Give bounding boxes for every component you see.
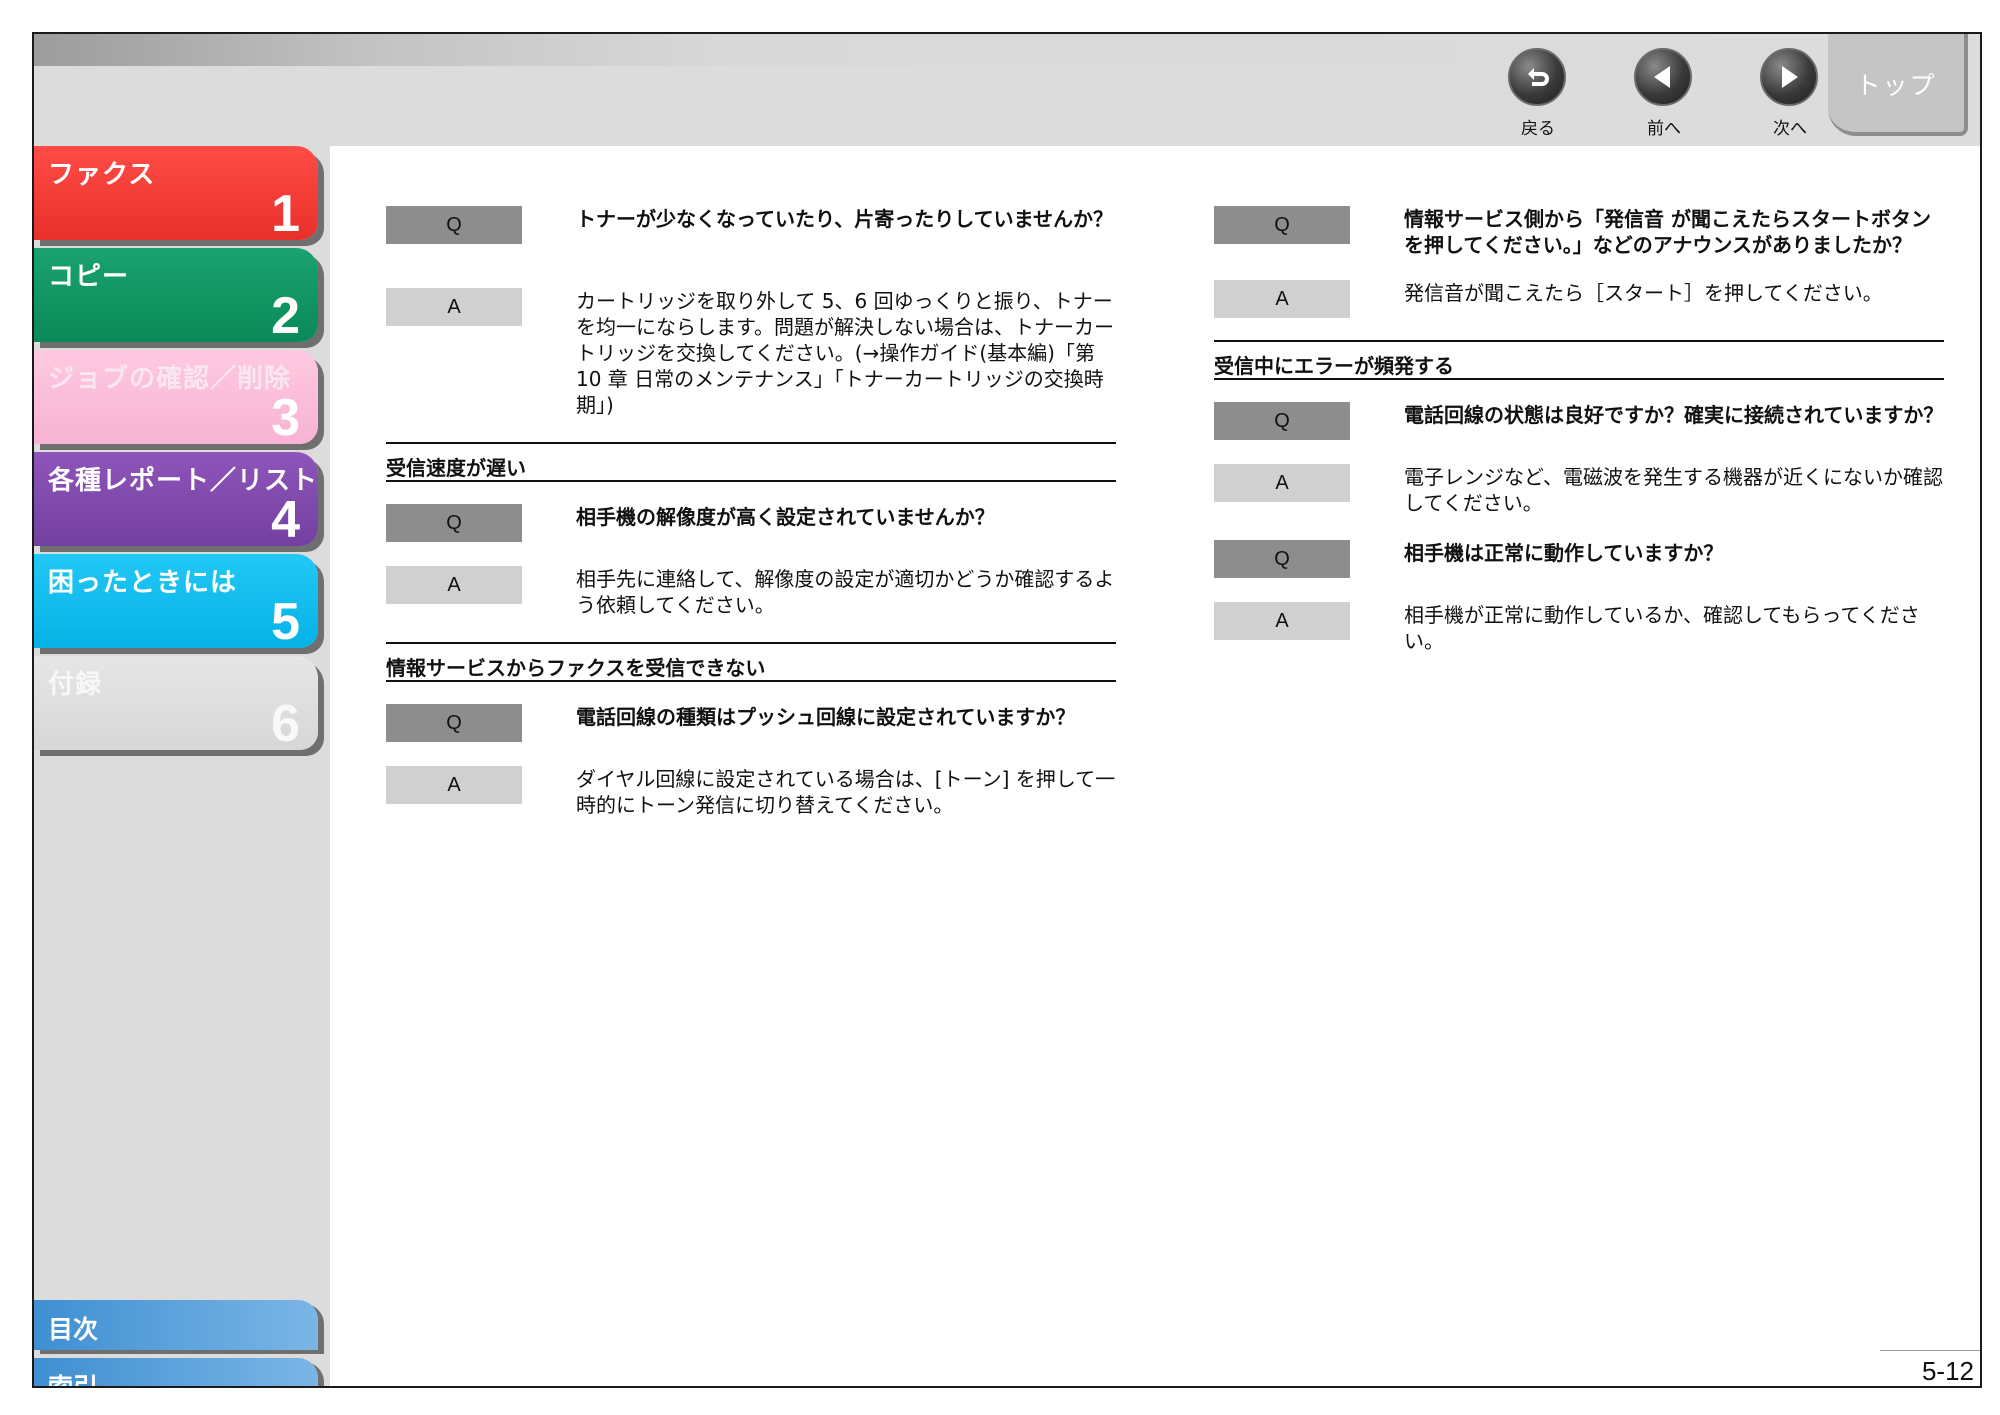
question-badge: Q [386,704,522,742]
chapter-tab-label: ジョブの確認／削除 [48,364,292,394]
question-badge: Q [1214,540,1350,578]
answer-badge: A [1214,464,1350,502]
answer-badge: A [1214,602,1350,640]
index-label: 索引 [48,1373,99,1388]
question-text: トナーが少なくなっていたり、片寄ったりしていませんか？ [576,207,1113,231]
question-row: Q 情報サービス側から「発信音 が聞こえたらスタートボタンを押してください。」な… [1214,206,1944,258]
chapter-tab-appendix[interactable]: 付録 6 [34,656,318,750]
question-text: 電話回線の状態は良好ですか？確実に接続されていますか？ [1404,403,1944,427]
chapter-sidebar: ファクス 1 コピー 2 ジョブの確認／削除 3 各種レポート／リスト 4 困っ… [34,146,330,1388]
question-text: 情報サービス側から「発信音 が聞こえたらスタートボタンを押してください。」などの… [1404,207,1931,257]
answer-text: 発信音が聞こえたら［スタート］を押してください。 [1404,281,1883,305]
answer-text: 相手機が正常に動作しているか、確認してもらってください。 [1404,603,1920,653]
question-badge: Q [386,206,522,244]
question-text: 相手機は正常に動作していますか？ [1404,541,1724,565]
answer-row: A 相手機が正常に動作しているか、確認してもらってください。 [1214,602,1944,654]
top-bar: 戻る 前へ 次へ トップ [34,34,1980,146]
right-column: Q 情報サービス側から「発信音 が聞こえたらスタートボタンを押してください。」な… [1214,206,1944,654]
prev-button[interactable]: 前へ [1624,48,1704,139]
question-text: 相手機の解像度が高く設定されていませんか？ [576,505,995,529]
back-button[interactable]: 戻る [1498,48,1578,139]
chapter-tab-fax[interactable]: ファクス 1 [34,146,318,240]
chapter-tab-label: コピー [48,262,130,292]
answer-text: 相手先に連絡して、解像度の設定が適切かどうか確認するよう依頼してください。 [576,567,1115,617]
chapter-tab-number: 4 [271,491,300,546]
question-badge: Q [386,504,522,542]
index-button[interactable]: 索引 [34,1358,318,1388]
section-heading: 受信中にエラーが頻発する [1214,340,1944,380]
chapter-tab-number: 2 [271,287,300,342]
chapter-tab-copy[interactable]: コピー 2 [34,248,318,342]
back-arrow-icon [1508,48,1566,106]
chapter-tab-reports[interactable]: 各種レポート／リスト 4 [34,452,318,546]
answer-text: 電子レンジなど、電磁波を発生する機器が近くにないか確認してください。 [1404,465,1943,515]
question-badge: Q [1214,402,1350,440]
answer-text: カートリッジを取り外して 5、6 回ゆっくりと振り、トナーを均一にならします。問… [576,289,1114,417]
chapter-tab-number: 3 [271,389,300,444]
answer-row: A ダイヤル回線に設定されている場合は、[トーン] を押して一時的にトーン発信に… [386,766,1116,818]
triangle-left-icon [1634,48,1692,106]
chapter-tab-number: 1 [271,185,300,240]
top-page-label: トップ [1855,71,1937,100]
chapter-tab-troubleshooting[interactable]: 困ったときには 5 [34,554,318,648]
chapter-tab-label: ファクス [48,160,156,190]
prev-label: 前へ [1647,119,1681,139]
section-heading: 情報サービスからファクスを受信できない [386,642,1116,682]
manual-page: 戻る 前へ 次へ トップ ファクス 1 コピー 2 ジョブの確認／削除 3 各種… [32,32,1982,1388]
answer-text: ダイヤル回線に設定されている場合は、[トーン] を押して一時的にトーン発信に切り… [576,767,1116,817]
question-badge: Q [1214,206,1350,244]
chapter-tab-number: 6 [271,695,300,750]
answer-badge: A [1214,280,1350,318]
page-number: 5-12 [1921,1356,1974,1386]
toc-button[interactable]: 目次 [34,1300,318,1350]
answer-row: A 電子レンジなど、電磁波を発生する機器が近くにないか確認してください。 [1214,464,1944,516]
answer-badge: A [386,766,522,804]
chapter-tab-label: 困ったときには [48,568,238,598]
section-heading: 受信速度が遅い [386,442,1116,482]
question-row: Q 電話回線の状態は良好ですか？確実に接続されていますか？ [1214,402,1944,442]
answer-row: A 相手先に連絡して、解像度の設定が適切かどうか確認するよう依頼してください。 [386,566,1116,618]
question-row: Q 電話回線の種類はプッシュ回線に設定されていますか？ [386,704,1116,744]
next-button[interactable]: 次へ [1750,48,1830,139]
chapter-tab-job-status[interactable]: ジョブの確認／削除 3 [34,350,318,444]
next-label: 次へ [1773,119,1807,139]
triangle-right-icon [1760,48,1818,106]
question-row: Q トナーが少なくなっていたり、片寄ったりしていませんか？ [386,206,1116,246]
question-row: Q 相手機の解像度が高く設定されていませんか？ [386,504,1116,544]
answer-row: A カートリッジを取り外して 5、6 回ゆっくりと振り、トナーを均一にならします… [386,288,1116,418]
question-text: 電話回線の種類はプッシュ回線に設定されていますか？ [576,705,1076,729]
page-number-divider [1880,1350,1980,1351]
answer-row: A 発信音が聞こえたら［スタート］を押してください。 [1214,280,1944,320]
chapter-tab-label: 付録 [48,670,103,700]
answer-badge: A [386,566,522,604]
back-label: 戻る [1521,119,1555,139]
question-row: Q 相手機は正常に動作していますか？ [1214,540,1944,580]
left-column: Q トナーが少なくなっていたり、片寄ったりしていませんか？ A カートリッジを取… [386,206,1116,818]
toc-label: 目次 [48,1315,99,1344]
answer-badge: A [386,288,522,326]
chapter-tab-number: 5 [271,593,300,648]
top-page-tab[interactable]: トップ [1828,34,1968,136]
